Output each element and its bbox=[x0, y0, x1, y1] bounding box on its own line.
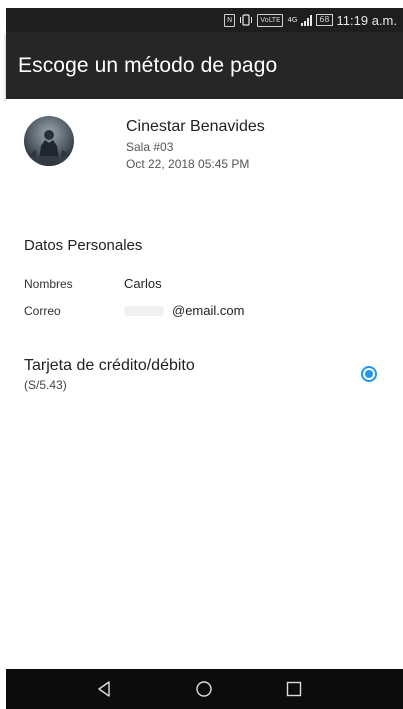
payment-method-radio[interactable] bbox=[361, 366, 377, 382]
payment-method-label[interactable]: Tarjeta de crédito/débito bbox=[24, 357, 195, 375]
personal-data-heading: Datos Personales bbox=[24, 237, 143, 254]
email-value: @email.com bbox=[172, 303, 245, 318]
app-bar: Escoge un método de pago bbox=[6, 32, 403, 99]
network-type-label: 4G bbox=[287, 16, 298, 24]
status-bar: N VoLTE 4G 68 11:19 a.m. bbox=[6, 8, 403, 32]
back-icon[interactable] bbox=[94, 679, 114, 699]
page-title: Escoge un método de pago bbox=[18, 54, 278, 77]
recents-icon[interactable] bbox=[284, 679, 304, 699]
name-label: Nombres bbox=[24, 277, 73, 291]
radio-selected-dot bbox=[365, 370, 373, 378]
cinema-name: Cinestar Benavides bbox=[126, 118, 265, 135]
nfc-icon: N bbox=[224, 13, 236, 27]
signal-icon bbox=[301, 14, 313, 26]
email-label: Correo bbox=[24, 304, 61, 318]
room-label: Sala #03 bbox=[126, 140, 174, 154]
battery-icon: 68 bbox=[316, 14, 333, 26]
vibrate-icon bbox=[239, 14, 253, 26]
redacted-patch bbox=[124, 306, 164, 316]
main-content: Cinestar Benavides Sala #03 Oct 22, 2018… bbox=[6, 99, 403, 669]
volte-icon: VoLTE bbox=[257, 13, 284, 27]
showtime-label: Oct 22, 2018 05:45 PM bbox=[126, 157, 250, 171]
navigation-bar bbox=[6, 669, 403, 709]
movie-poster-avatar bbox=[24, 116, 74, 166]
name-value: Carlos bbox=[124, 276, 162, 291]
status-time: 11:19 a.m. bbox=[336, 12, 397, 28]
home-icon[interactable] bbox=[194, 679, 214, 699]
payment-amount: (S/5.43) bbox=[24, 378, 67, 392]
